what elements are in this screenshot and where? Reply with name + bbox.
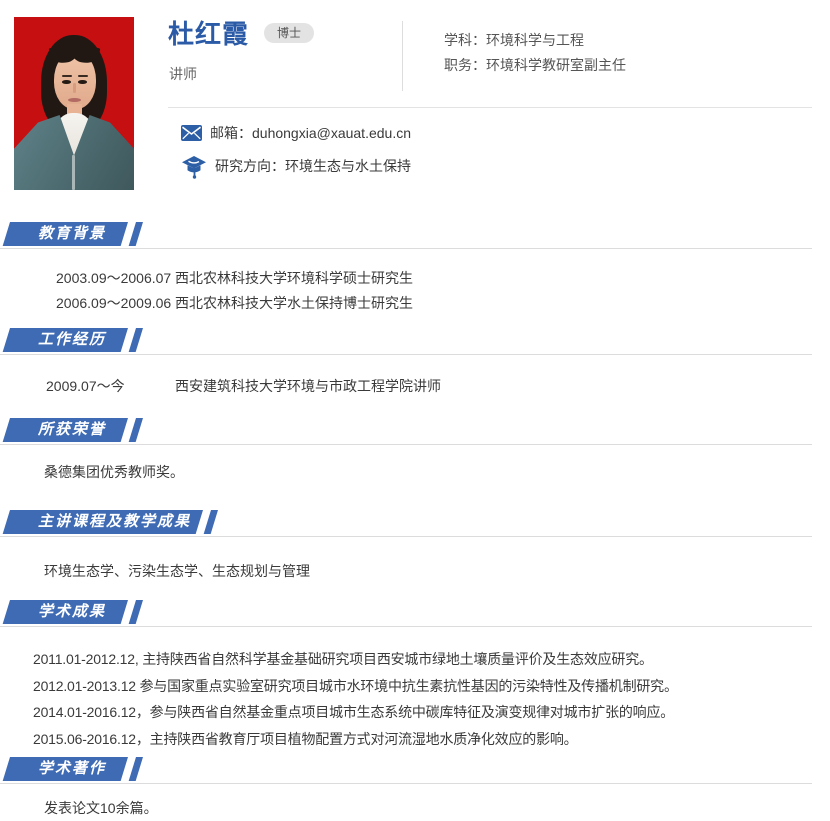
discipline-line: 学科：环境科学与工程 [444,28,626,53]
portrait-brow [62,75,72,77]
timeline-period: 2009.07～今 [46,374,175,399]
research-label: 研究方向： [215,158,285,174]
section-underline [0,536,812,537]
timeline-description: 西安建筑科技大学环境与市政工程学院讲师 [175,378,441,394]
name-row: 杜红霞 博士 [168,14,314,51]
email-text: 邮箱：duhongxia@xauat.edu.cn [210,123,411,143]
section-title: 学术成果 [10,600,128,624]
section-paragraph: 发表论文10余篇。 [44,796,830,821]
section-banner: 所获荣誉 [3,418,128,442]
basic-info: 学科：环境科学与工程 职务：环境科学教研室副主任 [444,28,626,78]
portrait-brow [78,75,88,77]
research-value: 环境生态与水土保持 [285,158,411,174]
position-label: 职务： [444,57,486,73]
section-header: 教育背景 [0,222,830,249]
section-work-experience: 工作经历 2009.07～今西安建筑科技大学环境与市政工程学院讲师 [0,328,830,399]
banner-tail-decoration [204,510,218,534]
section-paragraph: 2015.06-2016.12，主持陕西省教育厅项目植物配置方式对河流湿地水质净… [33,726,830,753]
section-banner: 学术著作 [3,757,128,781]
timeline-row: 2009.07～今西安建筑科技大学环境与市政工程学院讲师 [46,374,830,399]
section-header: 工作经历 [0,328,830,355]
discipline-value: 环境科学与工程 [486,32,584,48]
section-title: 教育背景 [10,222,128,246]
email-value: duhongxia@xauat.edu.cn [252,125,411,141]
section-body: 2009.07～今西安建筑科技大学环境与市政工程学院讲师 [0,355,830,399]
person-name: 杜红霞 [168,14,249,51]
portrait-eye [62,80,71,84]
banner-tail-decoration [129,757,143,781]
section-title: 学术著作 [10,757,128,781]
section-honors: 所获荣誉桑德集团优秀教师奖。 [0,418,830,485]
section-header: 学术成果 [0,600,830,627]
header-divider [168,107,812,108]
section-paragraph: 环境生态学、污染生态学、生态规划与管理 [44,559,830,584]
position-line: 职务：环境科学教研室副主任 [444,53,626,78]
timeline-row: 2006.09～2009.06西北农林科技大学水土保持博士研究生 [56,291,830,316]
research-row: 研究方向：环境生态与水土保持 [181,153,411,179]
research-text: 研究方向：环境生态与水土保持 [215,156,411,176]
section-header: 所获荣誉 [0,418,830,445]
section-underline [0,444,812,445]
section-courses-teaching: 主讲课程及教学成果环境生态学、污染生态学、生态规划与管理 [0,510,830,584]
section-paragraph: 桑德集团优秀教师奖。 [44,460,830,485]
email-label: 邮箱： [210,125,252,141]
section-banner: 教育背景 [3,222,128,246]
section-body: 2003.09～2006.07西北农林科技大学环境科学硕士研究生2006.09～… [0,249,830,316]
profile-sections: 教育背景2003.09～2006.07西北农林科技大学环境科学硕士研究生2006… [0,222,830,821]
section-banner: 主讲课程及教学成果 [3,510,203,534]
envelope-icon [181,125,202,141]
profile-header: 杜红霞 博士 讲师 学科：环境科学与工程 职务：环境科学教研室副主任 邮箱：du… [0,0,830,222]
timeline-row: 2003.09～2006.07西北农林科技大学环境科学硕士研究生 [56,266,830,291]
portrait-nose [73,83,76,93]
timeline-period: 2003.09～2006.07 [56,266,175,291]
section-paragraph: 2012.01-2013.12 参与国家重点实验室研究项目城市水环境中抗生素抗性… [33,673,830,700]
section-paragraph: 2014.01-2016.12，参与陕西省自然基金重点项目城市生态系统中碳库特征… [33,699,830,726]
vertical-divider [402,21,403,91]
timeline-period: 2006.09～2009.06 [56,291,175,316]
section-title: 主讲课程及教学成果 [10,510,203,534]
banner-tail-decoration [129,418,143,442]
section-body: 环境生态学、污染生态学、生态规划与管理 [0,537,830,584]
section-academic-achievements: 学术成果 2011.01-2012.12, 主持陕西省自然科学基金基础研究项目西安… [0,600,830,752]
job-title: 讲师 [169,64,197,84]
section-banner: 工作经历 [3,328,128,352]
section-underline [0,248,812,249]
email-row: 邮箱：duhongxia@xauat.edu.cn [181,123,411,143]
section-underline [0,354,812,355]
section-title: 工作经历 [10,328,128,352]
position-value: 环境科学教研室副主任 [486,57,626,73]
section-header: 学术著作 [0,757,830,784]
section-body: 桑德集团优秀教师奖。 [0,445,830,485]
portrait-zipper [72,155,75,190]
banner-tail-decoration [129,222,143,246]
section-underline [0,783,812,784]
section-education: 教育背景2003.09～2006.07西北农林科技大学环境科学硕士研究生2006… [0,222,830,316]
portrait-mouth [68,98,81,102]
section-title: 所获荣誉 [10,418,128,442]
degree-badge: 博士 [264,23,314,43]
section-banner: 学术成果 [3,600,128,624]
timeline-description: 西北农林科技大学水土保持博士研究生 [175,295,413,311]
section-paragraph: 2011.01-2012.12, 主持陕西省自然科学基金基础研究项目西安城市绿地… [33,646,830,673]
section-header: 主讲课程及教学成果 [0,510,830,537]
banner-tail-decoration [129,328,143,352]
section-body: 2011.01-2012.12, 主持陕西省自然科学基金基础研究项目西安城市绿地… [0,627,830,752]
timeline-description: 西北农林科技大学环境科学硕士研究生 [175,270,413,286]
section-body: 发表论文10余篇。 [0,784,830,821]
discipline-label: 学科： [444,32,486,48]
portrait-eye [78,80,87,84]
graduation-cap-icon [181,153,207,179]
section-publications: 学术著作发表论文10余篇。 [0,757,830,821]
banner-tail-decoration [129,600,143,624]
section-underline [0,626,812,627]
profile-photo [14,17,134,190]
